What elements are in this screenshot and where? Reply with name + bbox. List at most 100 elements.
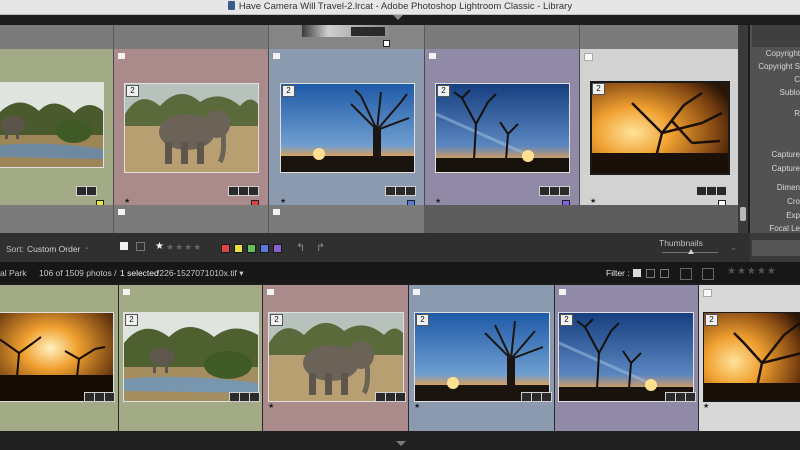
flag-pick-icon[interactable] (120, 242, 128, 250)
sync-panel (750, 233, 800, 262)
filter-flag-reject-icon[interactable] (660, 269, 669, 278)
flag-icon[interactable] (118, 53, 125, 59)
color-label-blue[interactable] (260, 244, 269, 253)
rating-stars-empty-icon[interactable]: ★★★★ (166, 242, 202, 253)
grid-cell-partial[interactable] (425, 25, 580, 49)
stack-count-badge[interactable]: 2 (592, 83, 605, 95)
keyword-badge-icon (86, 186, 97, 196)
edit-badge-icon (541, 392, 552, 402)
grid-cell[interactable] (0, 49, 114, 207)
photo-thumbnail[interactable] (590, 81, 730, 175)
grid-scrollbar-thumb[interactable] (740, 207, 746, 221)
rating-star-icon[interactable]: ★ (280, 197, 286, 205)
photo-thumbnail[interactable] (414, 312, 550, 402)
filmstrip-cell[interactable] (0, 285, 119, 431)
photo-thumbnail[interactable] (435, 83, 570, 173)
stack-count-badge[interactable]: 2 (125, 314, 138, 326)
flag-icon[interactable] (429, 53, 436, 59)
photo-thumbnail[interactable] (124, 83, 259, 173)
filmstrip-cell[interactable]: 2 (555, 285, 699, 431)
metadata-panel: Copyright Copyright S C Sublo R Capture … (750, 25, 800, 233)
grid-cell-selected[interactable]: 2 ★ (580, 49, 739, 207)
filmstrip-cell[interactable]: 2 (119, 285, 263, 431)
photo-thumbnail[interactable] (123, 312, 259, 402)
thumbnail-slider-handle[interactable] (688, 249, 694, 254)
flag-reject-icon[interactable] (136, 242, 145, 251)
stack-count-badge[interactable]: 2 (416, 314, 429, 326)
rating-star-icon[interactable]: ★ (703, 402, 709, 410)
photo-thumbnail[interactable] (558, 312, 694, 402)
flag-icon[interactable] (703, 289, 712, 297)
metadata-label: Dimen (776, 183, 800, 192)
grid-cell-partial[interactable] (269, 25, 425, 49)
photo-thumbnail[interactable] (280, 83, 415, 173)
flag-icon[interactable] (267, 289, 274, 295)
collapse-top-panel-arrow-icon[interactable] (393, 15, 403, 20)
grid-cell-partial[interactable] (114, 205, 269, 233)
rating-star-icon[interactable]: ★ (124, 197, 130, 205)
metadata-label: Cro (787, 197, 800, 206)
filmstrip-cell-selected[interactable]: 2 ★ (699, 285, 800, 431)
filter-grid-icon[interactable] (680, 268, 692, 280)
edit-badge-icon (405, 186, 416, 196)
grid-cell[interactable]: 2 ★ (114, 49, 269, 207)
grid-cell-partial[interactable] (0, 25, 114, 49)
flag-icon[interactable] (273, 53, 280, 59)
filter-flag-unflagged-icon[interactable] (646, 269, 655, 278)
metadata-label: Copyright (765, 49, 800, 58)
flag-icon[interactable] (559, 289, 566, 295)
stack-count-badge[interactable]: 2 (270, 314, 283, 326)
grid-scrollbar[interactable] (738, 25, 748, 233)
color-label-yellow[interactable] (234, 244, 243, 253)
flag-icon[interactable] (123, 289, 130, 295)
rating-star-icon[interactable]: ★ (435, 197, 441, 205)
filmstrip-cell[interactable]: 2 ★ (409, 285, 555, 431)
rating-star-icon[interactable]: ★ (268, 402, 274, 410)
stack-count-badge[interactable]: 2 (126, 85, 139, 97)
photo-thumbnail[interactable] (0, 312, 114, 402)
flag-icon[interactable] (413, 289, 420, 295)
toolbar-menu-chevron-icon[interactable]: ⌄ (730, 242, 737, 253)
grid-cell[interactable]: 2 ★ (425, 49, 580, 207)
grid-cell-partial[interactable] (0, 205, 114, 233)
sort-order-dropdown[interactable]: Custom Order (27, 244, 80, 254)
grid-cell[interactable]: 2 ★ (269, 49, 425, 207)
golden-tree-image (704, 313, 800, 401)
photo-thumbnail[interactable] (268, 312, 404, 402)
rotate-right-icon[interactable]: ↱ (316, 241, 325, 254)
stack-count-badge[interactable]: 2 (282, 85, 295, 97)
stack-count-badge[interactable]: 2 (705, 314, 718, 326)
edit-badge-icon (249, 392, 260, 402)
collapse-filmstrip-arrow-icon[interactable] (396, 441, 406, 446)
rating-star-icon[interactable]: ★ (155, 241, 164, 252)
color-label-red[interactable] (221, 244, 230, 253)
metadata-label: Focal Le (769, 224, 800, 233)
rating-star-icon[interactable]: ★ (414, 402, 420, 410)
filter-rating-stars-icon[interactable]: ★★★★★ (727, 266, 777, 277)
flag-icon[interactable] (584, 53, 593, 61)
rotate-left-icon[interactable]: ↰ (296, 241, 305, 254)
selected-filename-dropdown[interactable]: /226-1527071010x.tif ▾ (157, 268, 244, 279)
stack-count-badge[interactable]: 2 (437, 85, 450, 97)
filter-flag-pick-icon[interactable] (633, 269, 641, 277)
elephant-close-image (269, 313, 403, 401)
rating-star-icon[interactable]: ★ (590, 197, 596, 205)
sync-button[interactable] (752, 240, 800, 256)
baobab-sunset-image (415, 313, 549, 401)
source-folder-name[interactable]: al Park (0, 268, 26, 278)
color-label-green[interactable] (247, 244, 256, 253)
sort-chevron-icon[interactable]: ⌄ (84, 243, 90, 251)
flag-icon[interactable] (118, 209, 125, 215)
grid-cell-partial[interactable] (580, 25, 739, 49)
stack-count-badge[interactable]: 2 (560, 314, 573, 326)
color-label-purple[interactable] (273, 244, 282, 253)
grid-cell-partial[interactable] (114, 25, 269, 49)
filmstrip-cell[interactable]: 2 ★ (263, 285, 409, 431)
filter-list-icon[interactable] (702, 268, 714, 280)
filmstrip-header: al Park 106 of 1509 photos / 1 selected … (0, 262, 800, 283)
flag-icon[interactable] (273, 209, 280, 215)
photo-thumbnail[interactable] (0, 82, 104, 168)
acacia-blue-image (436, 84, 569, 172)
sort-label: Sort: (6, 244, 24, 254)
grid-cell-partial[interactable] (269, 205, 425, 233)
